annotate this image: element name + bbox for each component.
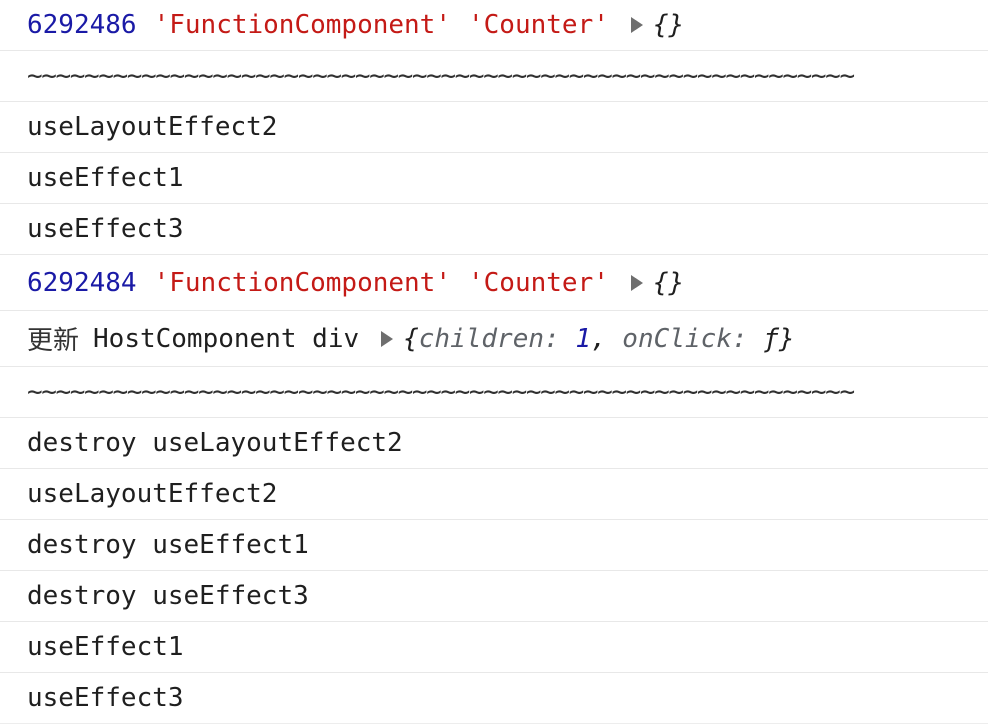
update-prefix: 更新 (27, 326, 80, 356)
object-preview[interactable]: {} (653, 268, 684, 298)
object-preview[interactable]: {children: 1, onClick: ƒ} (403, 324, 794, 354)
prop-key-onclick: onClick (622, 323, 732, 354)
host-component-text: HostComponent div (93, 323, 360, 354)
message-text: useLayoutEffect2 (27, 112, 278, 142)
message-text: useEffect3 (27, 214, 184, 244)
console-message-text: destroy useEffect1 (0, 520, 988, 571)
component-name: 'Counter' (468, 267, 609, 298)
console-message-text: useEffect1 (0, 153, 988, 204)
triangle-right-icon[interactable] (630, 17, 643, 33)
console-message-text: useEffect1 (0, 622, 988, 673)
console-message-separator: ~~~~~~~~~~~~~~~~~~~~~~~~~~~~~~~~~~~~~~~~… (0, 367, 988, 418)
component-tag: 'FunctionComponent' (153, 10, 451, 40)
console-message-text: useEffect3 (0, 673, 988, 724)
devtools-console-log: 6292486 'FunctionComponent' 'Counter' {} ~~… (0, 0, 988, 724)
message-text: useLayoutEffect2 (27, 479, 278, 509)
console-message-component-log: 6292484 'FunctionComponent' 'Counter' {} (0, 255, 988, 311)
prop-value-onclick: ƒ (763, 323, 779, 354)
message-text: destroy useLayoutEffect2 (27, 428, 403, 458)
triangle-right-icon[interactable] (381, 330, 394, 347)
console-message-component-log: 6292486 'FunctionComponent' 'Counter' {} (0, 0, 988, 51)
component-tag: 'FunctionComponent' (153, 267, 451, 298)
console-message-text: destroy useLayoutEffect2 (0, 418, 988, 469)
message-text: destroy useEffect3 (27, 581, 309, 611)
console-message-update-log: 更新 HostComponent div {children: 1, onClick… (0, 311, 988, 367)
message-text: destroy useEffect1 (27, 530, 309, 560)
object-preview[interactable]: {} (653, 10, 684, 40)
component-name: 'Counter' (468, 10, 609, 40)
console-message-text: useEffect3 (0, 204, 988, 255)
separator-text: ~~~~~~~~~~~~~~~~~~~~~~~~~~~~~~~~~~~~~~~~… (27, 377, 855, 407)
component-id: 6292484 (27, 267, 137, 298)
console-message-text: destroy useEffect3 (0, 571, 988, 622)
message-text: useEffect1 (27, 632, 184, 662)
separator-text: ~~~~~~~~~~~~~~~~~~~~~~~~~~~~~~~~~~~~~~~~… (27, 61, 855, 91)
message-text: useEffect3 (27, 683, 184, 713)
message-text: useEffect1 (27, 163, 184, 193)
triangle-right-icon[interactable] (630, 274, 643, 291)
console-message-text: useLayoutEffect2 (0, 469, 988, 520)
console-message-text: useLayoutEffect2 (0, 102, 988, 153)
prop-key-children: children (418, 323, 545, 354)
console-message-separator: ~~~~~~~~~~~~~~~~~~~~~~~~~~~~~~~~~~~~~~~~… (0, 51, 988, 102)
component-id: 6292486 (27, 10, 137, 40)
prop-value-children: 1 (575, 323, 591, 354)
